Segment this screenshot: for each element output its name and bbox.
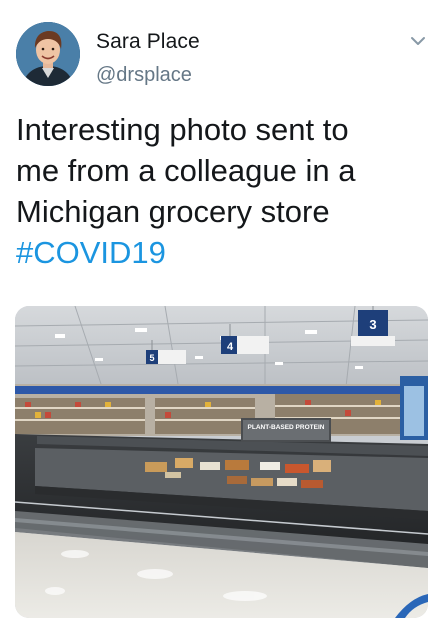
grocery-store-photo: 3 4 5 PLANT-BASED PROTEIN [15, 306, 428, 618]
tweet-photo[interactable]: 3 4 5 PLANT-BASED PROTEIN [15, 306, 428, 618]
shelf-sign: PLANT-BASED PROTEIN [248, 424, 325, 431]
aisle-sign-4: 4 [227, 341, 234, 353]
profile-photo-icon [16, 22, 80, 86]
hashtag-link[interactable]: #COVID19 [16, 232, 426, 273]
tweet-text-line: me from a colleague in a [16, 153, 356, 188]
tweet-text: Interesting photo sent to me from a coll… [16, 109, 426, 273]
avatar[interactable] [16, 22, 80, 86]
display-name[interactable]: Sara Place [96, 30, 200, 54]
user-handle[interactable]: @drsplace [96, 64, 192, 87]
chevron-down-icon[interactable] [410, 34, 426, 46]
aisle-sign-3: 3 [369, 317, 376, 332]
tweet-card[interactable]: Sara Place @drsplace Interesting photo s… [0, 0, 443, 620]
tweet-text-line: Interesting photo sent to [16, 112, 349, 147]
tweet-text-line: Michigan grocery store [16, 194, 330, 229]
aisle-sign-5: 5 [149, 353, 154, 363]
